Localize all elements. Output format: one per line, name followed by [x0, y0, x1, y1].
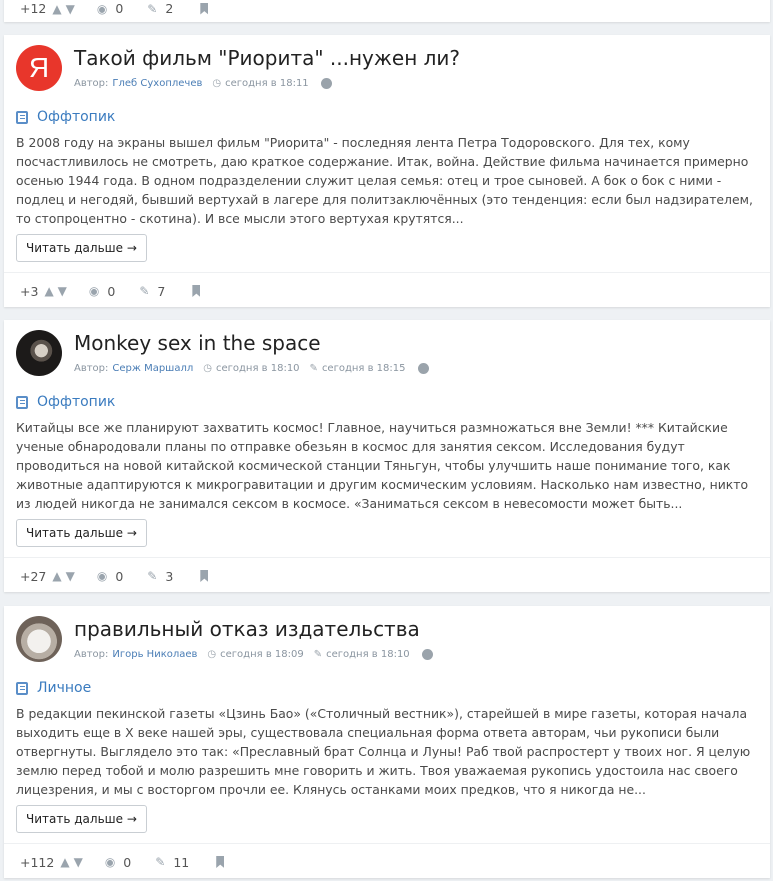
category-label[interactable]: Личное [37, 680, 91, 696]
post-title[interactable]: правильный отказ издательства [74, 616, 433, 642]
avatar[interactable] [16, 616, 62, 662]
thumbs-down-icon[interactable]: ▼ [66, 2, 75, 16]
post-footer: +27 ▲ ▼ ◉ 0 ✎ 3 [4, 557, 770, 594]
rating-value: +12 [20, 1, 47, 16]
category-link[interactable]: Оффтопик [16, 394, 758, 410]
views-count: 0 [115, 568, 124, 584]
author-label: Автор: [74, 78, 109, 89]
post-footer: +3 ▲ ▼ ◉ 0 ✎ 7 [4, 272, 770, 309]
comments-icon[interactable]: ✎ [155, 855, 165, 869]
bookmark-icon[interactable] [192, 285, 201, 297]
post-title[interactable]: Monkey sex in the space [74, 330, 429, 356]
author-label: Автор: [74, 649, 109, 660]
post-card: Monkey sex in the space Автор: Серж Марш… [4, 320, 770, 592]
bookmark-icon[interactable] [200, 2, 209, 15]
eye-icon: ◉ [96, 569, 108, 583]
created-time: сегодня в 18:11 [225, 78, 309, 89]
globe-icon [320, 78, 332, 89]
post-card: Я Такой фильм "Риорита" ...нужен ли? Авт… [4, 35, 770, 307]
comments-count[interactable]: 2 [165, 1, 173, 16]
thumbs-up-icon[interactable]: ▲ [52, 2, 61, 16]
notepad-icon [16, 110, 28, 124]
post-meta: Автор: Игорь Николаев ◷ сегодня в 18:09 ✎… [74, 649, 433, 660]
post-excerpt: Китайцы все же планируют захватить космо… [16, 420, 749, 511]
post-meta: Автор: Глеб Сухоплечев ◷ сегодня в 18:11 [74, 78, 460, 89]
rating-value: +112 [20, 854, 55, 870]
post-card: правильный отказ издательства Автор: Иго… [4, 606, 770, 878]
category-label[interactable]: Оффтопик [37, 394, 115, 410]
post-excerpt: В редакции пекинской газеты «Цзинь Бао» … [16, 706, 751, 797]
read-more-button[interactable]: Читать дальше → [16, 805, 147, 833]
comments-count[interactable]: 11 [173, 855, 189, 870]
clock-icon: ◷ [207, 649, 217, 660]
views-count: 0 [115, 1, 124, 16]
clock-icon: ◷ [212, 78, 222, 89]
comments-icon[interactable]: ✎ [147, 2, 157, 16]
rating-value: +3 [20, 283, 39, 299]
notepad-icon [16, 395, 28, 409]
thumbs-down-icon[interactable]: ▼ [58, 284, 67, 298]
post-footer: +112 ▲ ▼ ◉ 0 ✎ 11 [4, 843, 770, 880]
pencil-icon: ✎ [313, 649, 323, 660]
category-label[interactable]: Оффтопик [37, 109, 115, 125]
read-more-button[interactable]: Читать дальше → [16, 234, 147, 262]
edited-time: сегодня в 18:10 [326, 649, 410, 660]
thumbs-up-icon[interactable]: ▲ [44, 284, 53, 298]
comments-count[interactable]: 3 [165, 569, 173, 584]
post-title[interactable]: Такой фильм "Риорита" ...нужен ли? [74, 45, 460, 71]
comments-icon[interactable]: ✎ [139, 284, 149, 298]
thumbs-up-icon[interactable]: ▲ [60, 855, 69, 869]
read-more-button[interactable]: Читать дальше → [16, 519, 147, 547]
eye-icon: ◉ [96, 1, 108, 16]
edited-time: сегодня в 18:15 [321, 363, 406, 374]
notepad-icon [16, 681, 28, 695]
thumbs-down-icon[interactable]: ▼ [74, 855, 83, 869]
avatar[interactable] [16, 330, 62, 376]
eye-icon: ◉ [104, 855, 116, 869]
views-count: 0 [107, 283, 116, 299]
thumbs-up-icon[interactable]: ▲ [52, 569, 61, 583]
comments-count[interactable]: 7 [157, 284, 165, 299]
eye-icon: ◉ [88, 284, 100, 298]
globe-icon [421, 649, 433, 660]
category-link[interactable]: Личное [16, 680, 758, 696]
bookmark-icon[interactable] [200, 570, 209, 582]
rating-value: +27 [20, 568, 47, 584]
thumbs-down-icon[interactable]: ▼ [66, 569, 75, 583]
post-excerpt: В 2008 году на экраны вышел фильм "Риори… [16, 135, 753, 226]
post-meta: Автор: Серж Маршалл ◷ сегодня в 18:10 ✎ се… [74, 363, 429, 374]
author-label: Автор: [74, 363, 109, 374]
globe-icon [417, 363, 429, 374]
bookmark-icon[interactable] [216, 856, 225, 868]
avatar[interactable]: Я [16, 45, 62, 91]
comments-icon[interactable]: ✎ [147, 569, 157, 583]
views-count: 0 [123, 854, 132, 870]
yandex-logo: Я [28, 52, 50, 83]
author-link[interactable]: Серж Маршалл [112, 363, 193, 374]
pencil-icon: ✎ [309, 363, 318, 374]
previous-post-footer: +12 ▲ ▼ ◉ 0 ✎ 2 [4, 0, 770, 22]
clock-icon: ◷ [203, 363, 212, 374]
created-time: сегодня в 18:10 [215, 363, 300, 374]
author-link[interactable]: Глеб Сухоплечев [112, 78, 202, 89]
author-link[interactable]: Игорь Николаев [112, 649, 197, 660]
category-link[interactable]: Оффтопик [16, 109, 758, 125]
created-time: сегодня в 18:09 [220, 649, 304, 660]
